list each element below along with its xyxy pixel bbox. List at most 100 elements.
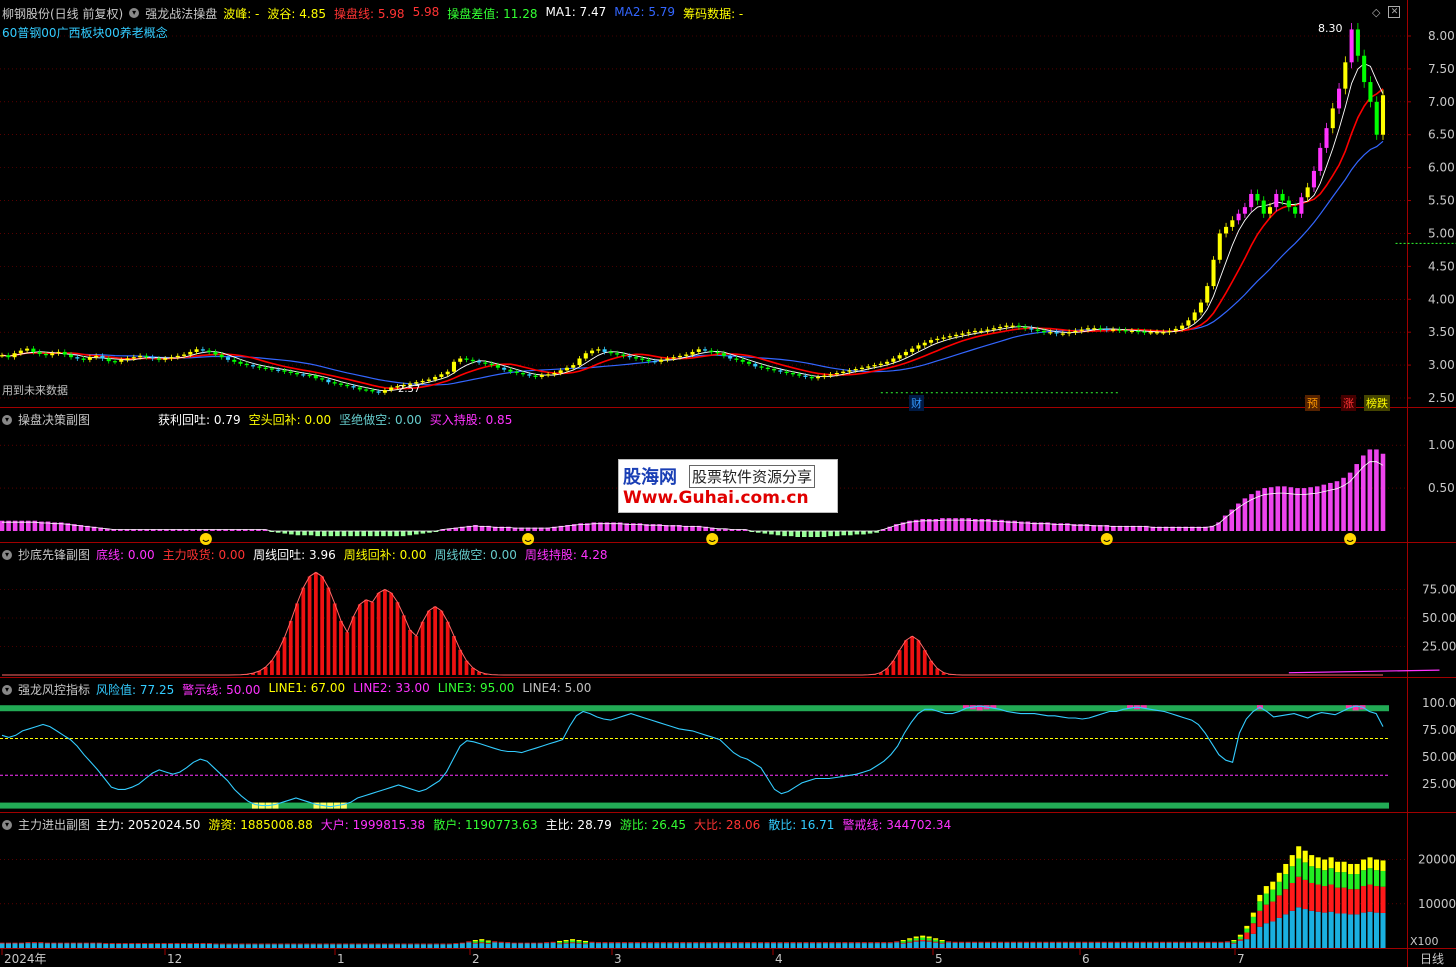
x-tick-8: 7	[1237, 952, 1245, 966]
ranking-tag-label: 榜跌	[1366, 397, 1388, 410]
flow-seg-203-0	[1315, 911, 1321, 948]
main-ytick-3: 6.50	[1428, 128, 1455, 142]
flow-seg-39-0	[252, 944, 258, 948]
flow-seg-195-2	[1263, 893, 1269, 905]
period-label[interactable]: 日线	[1420, 950, 1444, 967]
line3-band	[0, 705, 1389, 712]
chevron-down-icon[interactable]: ▾	[2, 684, 12, 695]
candle-body-191	[1198, 302, 1203, 313]
sub4-title[interactable]: 主力进出副图	[18, 816, 90, 833]
candle-body-15	[94, 355, 99, 358]
flow-seg-111-0	[719, 943, 725, 948]
flow-seg-146-1	[946, 941, 952, 943]
close-icon[interactable]: ✕	[1388, 6, 1401, 18]
flow-seg-169-1	[1095, 941, 1101, 943]
flow-seg-194-3	[1257, 894, 1263, 902]
flow-seg-59-1	[382, 943, 388, 945]
flow-seg-172-1	[1114, 941, 1120, 943]
candle-body-6	[37, 351, 42, 354]
flow-seg-207-1	[1341, 887, 1347, 914]
ranking-tag[interactable]: 榜跌	[1364, 395, 1390, 411]
flow-seg-47-1	[304, 943, 310, 945]
bottom-bar-63	[395, 602, 400, 675]
flow-seg-118-0	[764, 943, 770, 948]
flow-seg-21-0	[135, 943, 141, 948]
flow-seg-179-0	[1160, 942, 1166, 948]
sub2-title[interactable]: 抄底先锋副图	[18, 546, 90, 563]
x-tick-5: 4	[775, 952, 783, 966]
flow-seg-17-1	[109, 943, 115, 944]
flow-seg-163-1	[1056, 941, 1062, 943]
chevron-down-icon[interactable]: ▾	[2, 819, 12, 830]
flow-seg-213-0	[1380, 912, 1386, 948]
flow-seg-81-0	[524, 943, 530, 948]
sub3-title[interactable]: 强龙风控指标	[18, 681, 90, 698]
flow-seg-113-0	[732, 943, 738, 948]
main-header: 柳钢股份(日线 前复权) ▾ 强龙战法操盘 波峰: - 波谷: 4.85 操盘线: …	[2, 5, 743, 21]
decision-bar-120	[788, 531, 794, 537]
candle-body-96	[602, 349, 607, 352]
flow-seg-182-0	[1179, 942, 1185, 948]
decision-bar-117	[769, 531, 774, 535]
flow-seg-208-1	[1348, 889, 1354, 915]
candle-body-36	[225, 357, 231, 360]
candle-body-67	[420, 380, 425, 383]
flow-seg-115-1	[745, 942, 751, 944]
flow-seg-41-0	[265, 944, 271, 948]
candle-body-43	[269, 368, 274, 370]
candle-body-28	[175, 355, 180, 358]
flow-seg-60-1	[388, 943, 394, 945]
candle-body-97	[608, 351, 613, 354]
decision-bar-57	[374, 531, 380, 537]
flow-seg-4-0	[25, 943, 31, 948]
chevron-down-icon[interactable]: ▾	[129, 8, 140, 18]
forecast-tag[interactable]: 预	[1305, 395, 1320, 411]
flow-seg-46-1	[297, 943, 303, 945]
sub1-value-3: 买入持股: 0.85	[429, 413, 513, 427]
flow-seg-26-0	[168, 943, 174, 948]
flow-seg-196-2	[1270, 889, 1276, 902]
flow-seg-13-0	[83, 943, 89, 948]
flow-seg-146-0	[946, 942, 952, 948]
candle-body-104	[652, 361, 657, 363]
sub1-title[interactable]: 操盘决策副图	[18, 411, 90, 428]
limit-up-tag[interactable]: 涨	[1341, 395, 1356, 411]
flow-seg-160-1	[1036, 941, 1042, 943]
flow-seg-139-2	[900, 941, 906, 943]
flow-seg-119-0	[771, 943, 777, 948]
candle-body-175	[1098, 328, 1103, 330]
diamond-icon[interactable]: ◇	[1372, 6, 1380, 19]
flow-seg-197-3	[1276, 872, 1282, 882]
flow-seg-138-1	[894, 941, 900, 943]
flow-seg-99-0	[641, 943, 647, 948]
candle-body-47	[295, 372, 300, 375]
flow-seg-162-1	[1049, 941, 1055, 943]
bottom-bar-69	[433, 606, 438, 675]
flow-seg-19-0	[122, 943, 128, 948]
sub1-header: ▾ 操盘决策副图 获利回吐: 0.79 空头回补: 0.00 坚绝做空: 0.00 买…	[2, 411, 512, 428]
candle-body-142	[891, 358, 896, 362]
candle-body-110	[690, 351, 695, 355]
flow-seg-98-0	[634, 943, 640, 948]
candle-body-163	[1023, 326, 1028, 329]
flow-seg-185-1	[1198, 941, 1204, 943]
candle-body-38	[238, 361, 243, 364]
chevron-down-icon[interactable]: ▾	[2, 414, 12, 425]
chevron-down-icon[interactable]: ▾	[2, 549, 12, 560]
candle-body-141	[885, 361, 890, 364]
flow-seg-27-1	[174, 943, 180, 944]
indicator-name[interactable]: 强龙战法操盘	[145, 5, 217, 22]
candle-body-70	[439, 374, 444, 377]
candle-body-176	[1104, 328, 1109, 331]
decision-bar-122	[802, 531, 807, 538]
candle-body-119	[746, 361, 752, 364]
flow-seg-169-0	[1095, 942, 1101, 948]
flow-seg-163-0	[1056, 942, 1062, 948]
finance-tag[interactable]: 财	[909, 395, 924, 411]
stock-name[interactable]: 柳钢股份(日线 前复权)	[2, 5, 123, 22]
candle-body-69	[433, 376, 438, 380]
flow-seg-50-0	[323, 944, 329, 948]
candle-body-121	[759, 366, 764, 368]
candle-body-220	[1380, 95, 1386, 135]
bottom-bar-54	[339, 620, 343, 675]
